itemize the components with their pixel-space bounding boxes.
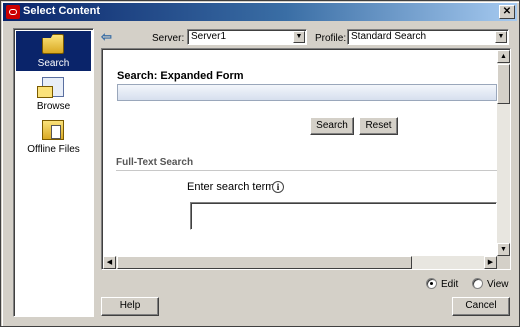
view-radio-label: View bbox=[487, 279, 509, 290]
edit-radio[interactable] bbox=[426, 278, 437, 289]
edit-radio-label: Edit bbox=[441, 279, 459, 290]
offline-files-icon bbox=[42, 120, 64, 140]
sidebar-item-browse[interactable]: Browse bbox=[16, 74, 91, 114]
search-terms-input[interactable] bbox=[190, 202, 497, 230]
browse-icon bbox=[37, 77, 64, 98]
form-title: Search: Expanded Form bbox=[117, 70, 244, 82]
horizontal-scroll-thumb[interactable] bbox=[117, 256, 412, 269]
vertical-scroll-thumb[interactable] bbox=[497, 64, 510, 104]
sidebar-item-label: Search bbox=[37, 58, 70, 69]
sidebar-item-label: Browse bbox=[36, 101, 71, 112]
sidebar-item-search[interactable]: Search bbox=[16, 31, 91, 71]
server-select[interactable]: Server1 ▼ bbox=[187, 29, 307, 45]
search-form-panel: Search: Expanded Form Search Reset Full-… bbox=[101, 48, 511, 270]
scroll-left-icon[interactable]: ◀ bbox=[103, 256, 116, 269]
back-arrow-icon[interactable]: ⇦ bbox=[101, 30, 115, 43]
cancel-button[interactable]: Cancel bbox=[452, 297, 510, 316]
select-content-dialog: Select Content ✕ Search Browse Offline F… bbox=[0, 0, 520, 327]
search-terms-label: Enter search terms bbox=[187, 181, 280, 193]
sidebar-item-offline-files[interactable]: Offline Files bbox=[16, 117, 91, 157]
window-title: Select Content bbox=[23, 5, 101, 17]
chevron-down-icon[interactable]: ▼ bbox=[293, 31, 305, 43]
sidebar: Search Browse Offline Files bbox=[13, 28, 94, 317]
search-button[interactable]: Search bbox=[310, 117, 354, 135]
profile-select[interactable]: Standard Search ▼ bbox=[347, 29, 509, 45]
chevron-down-icon[interactable]: ▼ bbox=[495, 31, 507, 43]
server-value: Server1 bbox=[191, 31, 227, 42]
scroll-corner bbox=[497, 256, 510, 269]
reset-button[interactable]: Reset bbox=[359, 117, 398, 135]
info-icon[interactable]: i bbox=[272, 181, 284, 193]
divider bbox=[116, 170, 498, 171]
open-folder-icon bbox=[42, 34, 64, 54]
oracle-app-icon bbox=[6, 5, 20, 19]
profile-value: Standard Search bbox=[351, 31, 427, 42]
horizontal-scrollbar[interactable]: ◀ ▶ bbox=[103, 256, 497, 269]
title-bar[interactable]: Select Content ✕ bbox=[3, 3, 517, 21]
scroll-up-icon[interactable]: ▲ bbox=[497, 50, 510, 63]
server-label: Server: bbox=[152, 33, 185, 44]
close-button[interactable]: ✕ bbox=[499, 5, 515, 19]
vertical-scrollbar[interactable]: ▲ ▼ bbox=[497, 50, 510, 256]
view-radio[interactable] bbox=[472, 278, 483, 289]
help-button[interactable]: Help bbox=[101, 297, 159, 316]
scroll-right-icon[interactable]: ▶ bbox=[484, 256, 497, 269]
form-header-bar bbox=[117, 84, 497, 101]
sidebar-item-label: Offline Files bbox=[27, 144, 80, 155]
fulltext-heading: Full-Text Search bbox=[116, 157, 194, 168]
profile-label: Profile: bbox=[315, 33, 347, 44]
scroll-down-icon[interactable]: ▼ bbox=[497, 243, 510, 256]
